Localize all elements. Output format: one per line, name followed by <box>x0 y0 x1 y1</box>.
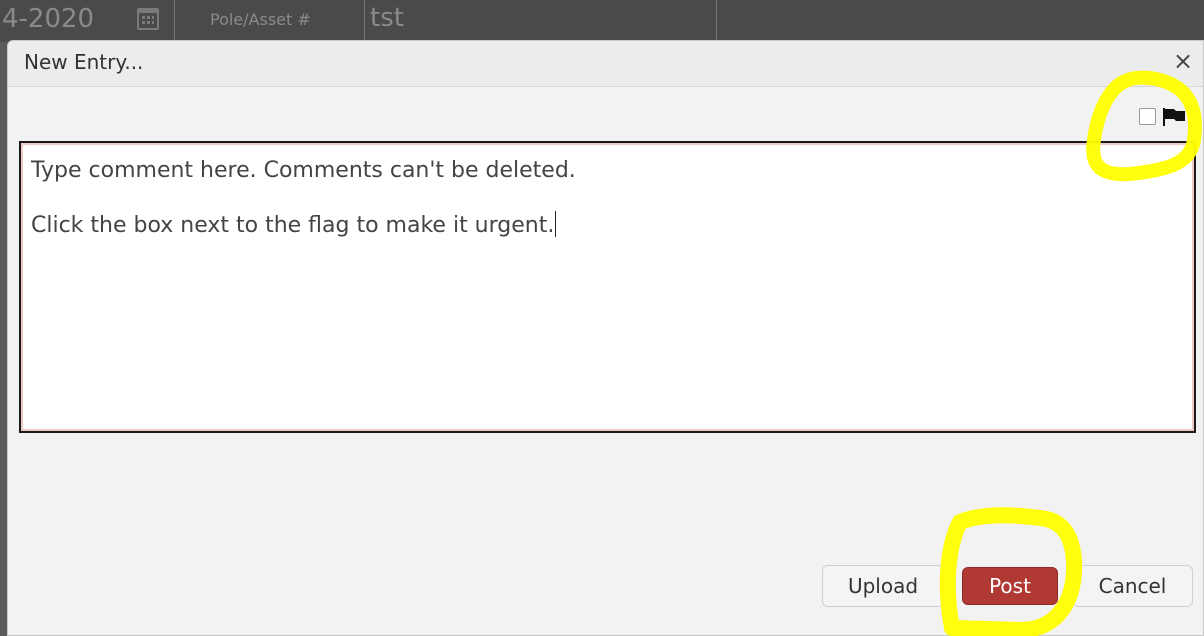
upload-button[interactable]: Upload <box>822 565 944 607</box>
background-form-strip: 4-2020 Pole/Asset # tst <box>0 0 1204 42</box>
comment-text-line-with-caret: Click the box next to the flag to make i… <box>31 211 1184 240</box>
urgent-toggle <box>1131 105 1191 129</box>
divider <box>364 0 365 42</box>
close-button[interactable]: × <box>1169 47 1197 75</box>
new-entry-dialog: New Entry... × Type comment here. Commen… <box>7 40 1204 636</box>
post-button[interactable]: Post <box>962 567 1058 605</box>
urgent-checkbox[interactable] <box>1139 108 1156 125</box>
cancel-button[interactable]: Cancel <box>1072 565 1193 607</box>
background-date-field: 4-2020 <box>2 4 95 34</box>
flag-icon <box>1163 108 1185 126</box>
comment-text-line: Click the box next to the flag to make i… <box>31 213 555 238</box>
text-caret <box>555 211 557 237</box>
comment-text-line: Type comment here. Comments can't be del… <box>31 158 576 183</box>
pole-asset-label: Pole/Asset # <box>210 10 311 29</box>
divider <box>716 0 717 42</box>
pole-asset-value: tst <box>370 3 404 33</box>
comment-textarea[interactable]: Type comment here. Comments can't be del… <box>19 141 1196 433</box>
calendar-icon <box>137 8 159 30</box>
divider <box>174 0 175 42</box>
dialog-title: New Entry... <box>24 50 144 74</box>
dialog-titlebar: New Entry... × <box>8 41 1203 87</box>
